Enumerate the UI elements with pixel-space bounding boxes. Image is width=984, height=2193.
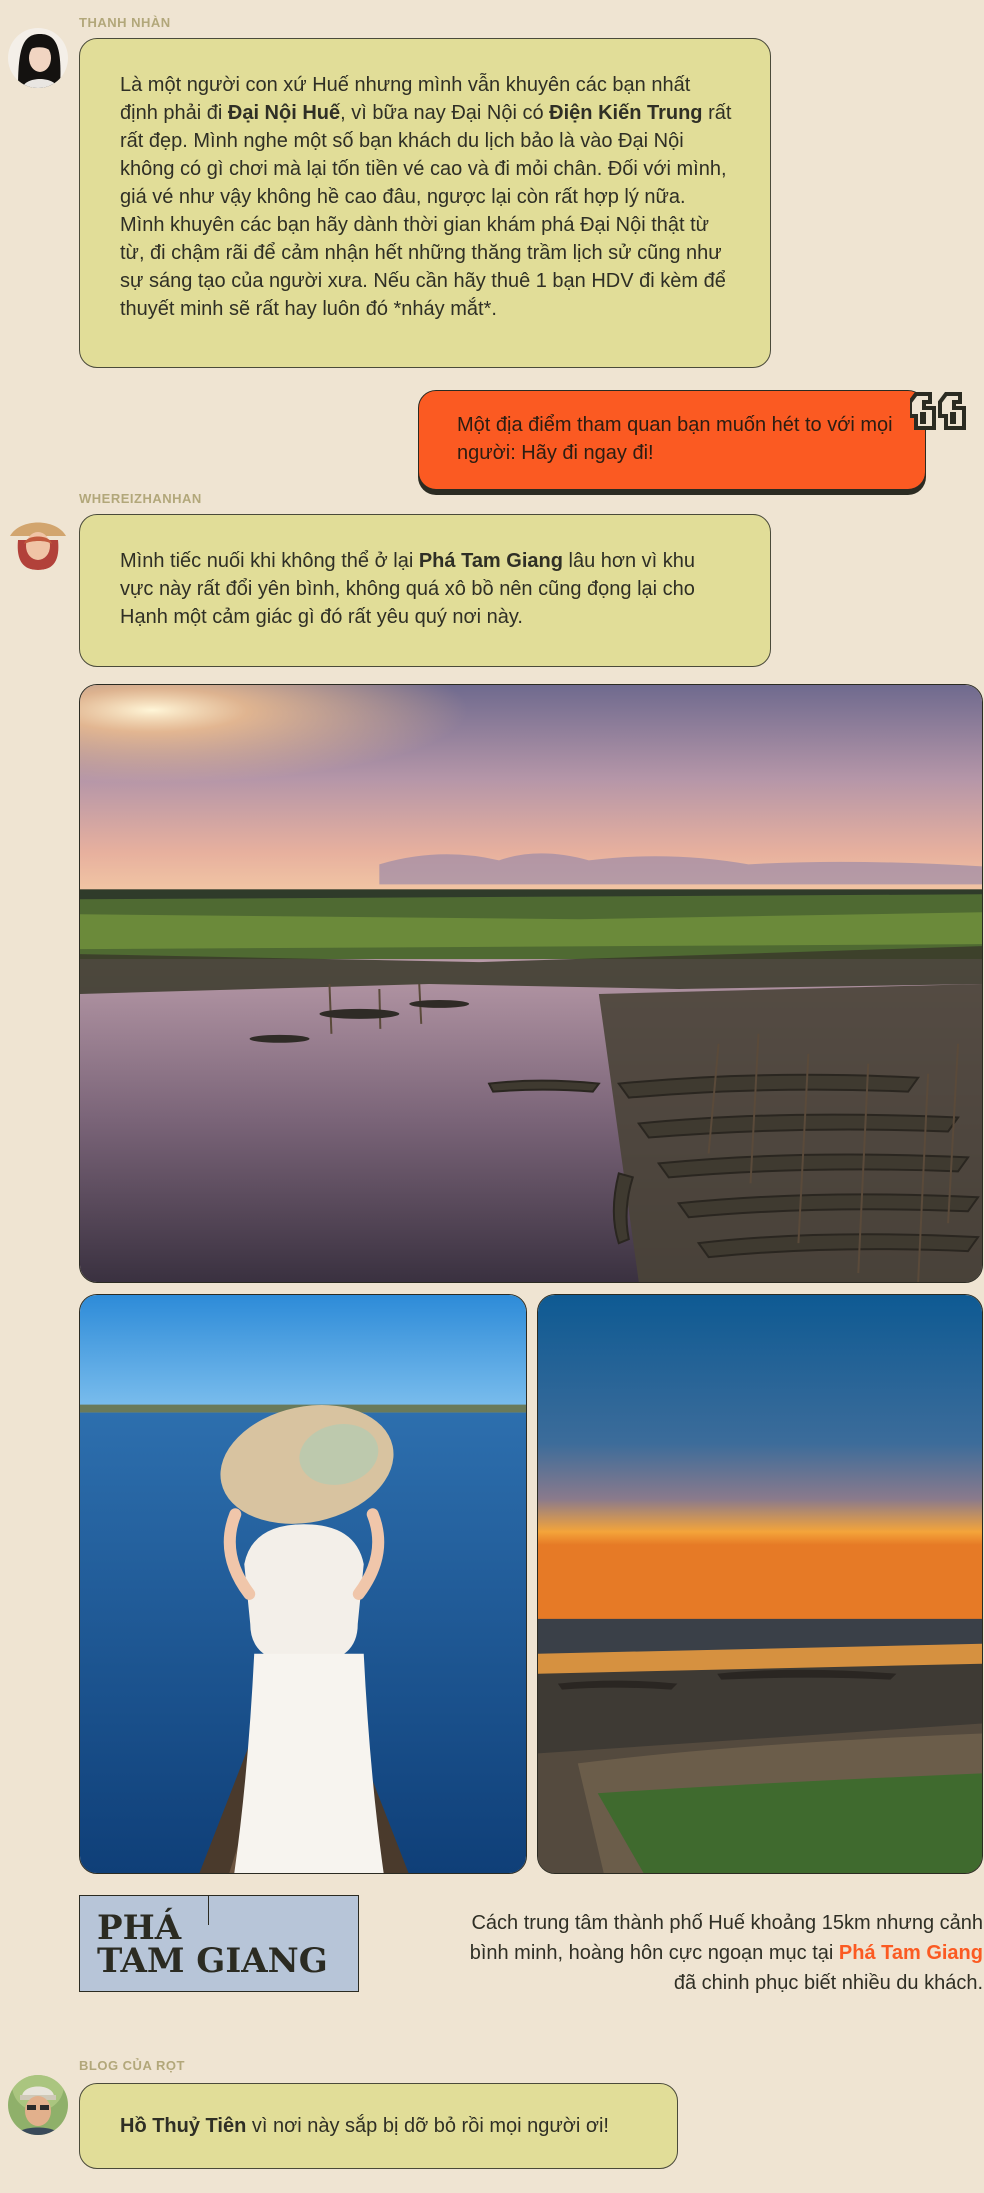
highlight-bubble: Một địa điểm tham quan bạn muốn hét to v… <box>418 390 926 490</box>
message-bubble-thanh-nhan: Là một người con xứ Huế nhưng mình vẫn k… <box>79 38 771 368</box>
highlight-text: Một địa điểm tham quan bạn muốn hét to v… <box>457 414 893 464</box>
caption-highlight: Phá Tam Giang <box>838 1942 983 1964</box>
avatar-thanh-nhan[interactable] <box>8 28 68 88</box>
message-text: vì nơi này sắp bị dỡ bỏ rồi mọi người ơi… <box>246 2115 609 2137</box>
username-thanh-nhan: THANH NHÀN <box>79 15 171 30</box>
lagoon-dusk-photo <box>537 1294 983 1874</box>
place-name-dai-noi: Đại Nội Huế <box>227 102 341 124</box>
caption-text: đã chinh phục biết nhiều du khách. <box>673 1972 983 1994</box>
username-whereizhanhan: WHEREIZHANHAN <box>79 491 202 506</box>
woman-on-boat-photo <box>79 1294 527 1874</box>
quote-icon <box>908 384 984 440</box>
message-text: Mình tiếc nuối khi không thể ở lại <box>120 550 419 572</box>
place-name-pha-tam-giang: Phá Tam Giang <box>418 550 563 572</box>
message-bubble-whereizhanhan: Mình tiếc nuối khi không thể ở lại Phá T… <box>79 514 771 667</box>
section-title-line2: TAM GIANG <box>97 1941 328 1981</box>
message-bubble-blog-cua-rot: Hồ Thuỷ Tiên vì nơi này sắp bị dỡ bỏ rồi… <box>79 2083 678 2169</box>
message-text: , vì bữa nay Đại Nội có <box>340 102 550 124</box>
avatar-whereizhanhan[interactable] <box>8 510 68 570</box>
place-name-dien-kien-trung: Điện Kiến Trung <box>549 102 703 124</box>
section-caption: Cách trung tâm thành phố Huế khoảng 15km… <box>460 1908 983 1998</box>
avatar-blog-cua-rot[interactable] <box>8 2075 68 2135</box>
message-text: rất rất đẹp. Mình nghe một số bạn khách … <box>120 102 732 320</box>
place-name-ho-thuy-tien: Hồ Thuỷ Tiên <box>120 2115 247 2137</box>
username-blog-cua-rot: BLOG CỦA RỌT <box>79 2058 185 2073</box>
lagoon-sunset-photo <box>79 684 983 1283</box>
